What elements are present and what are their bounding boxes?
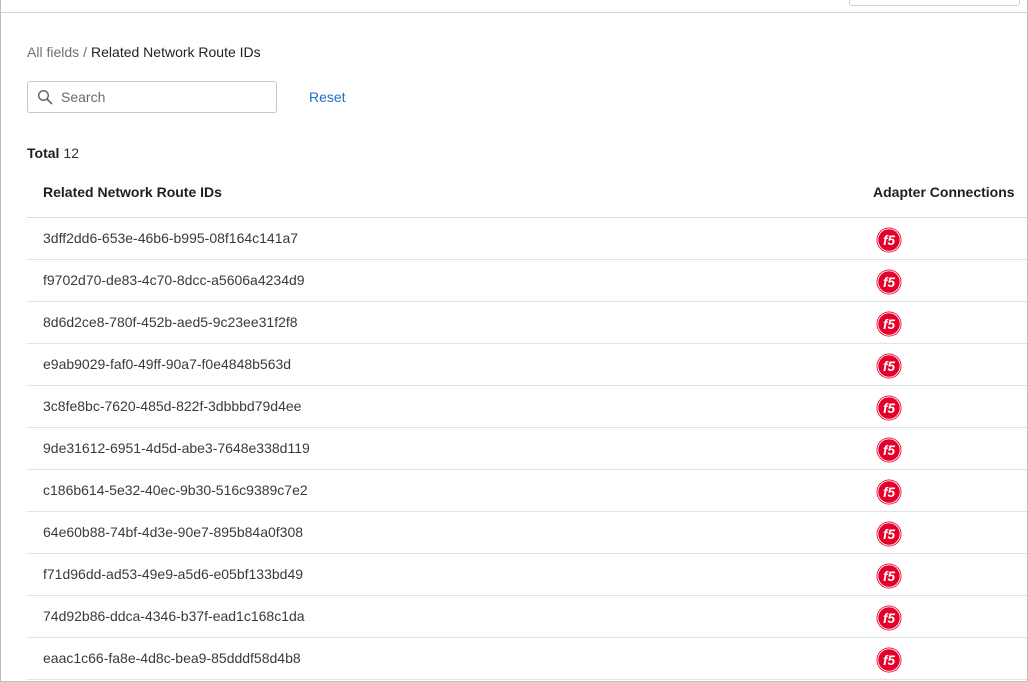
table-row[interactable]: 3c8fe8bc-7620-485d-822f-3dbbbd79d4ee f5 [27,386,1027,428]
svg-text:f5: f5 [883,611,895,626]
route-id-cell: 3dff2dd6-653e-46b6-b995-08f164c141a7 [43,230,299,246]
svg-text:f5: f5 [883,653,895,668]
svg-text:f5: f5 [883,275,895,290]
search-icon [37,89,53,105]
svg-text:f5: f5 [883,527,895,542]
adapter-connection-cell: f5 [876,563,902,589]
table-row[interactable]: c186b614-5e32-40ec-9b30-516c9389c7e2 f5 [27,470,1027,512]
svg-text:f5: f5 [883,485,895,500]
svg-text:f5: f5 [883,443,895,458]
f5-logo-icon: f5 [876,395,902,421]
svg-text:f5: f5 [883,569,895,584]
top-bar [1,0,1027,13]
f5-logo-icon: f5 [876,479,902,505]
f5-logo-icon: f5 [876,647,902,673]
route-id-cell: f71d96dd-ad53-49e9-a5d6-e05bf133bd49 [43,566,304,582]
f5-logo-icon: f5 [876,521,902,547]
route-id-cell: 64e60b88-74bf-4d3e-90e7-895b84a0f308 [43,524,304,540]
table-body: 3dff2dd6-653e-46b6-b995-08f164c141a7 f5 f9… [27,218,1027,680]
table-row[interactable]: 64e60b88-74bf-4d3e-90e7-895b84a0f308 f5 [27,512,1027,554]
f5-logo-icon: f5 [876,227,902,253]
adapter-connection-cell: f5 [876,353,902,379]
adapter-connection-cell: f5 [876,269,902,295]
total-count: Total 12 [27,144,79,162]
search-input[interactable] [61,89,261,105]
f5-logo-icon: f5 [876,605,902,631]
adapter-connection-cell: f5 [876,227,902,253]
breadcrumb: All fields / Related Network Route IDs [27,43,261,61]
search-box[interactable] [27,81,277,113]
adapter-connection-cell: f5 [876,479,902,505]
adapter-connection-cell: f5 [876,395,902,421]
table-header: Related Network Route IDs Adapter Connec… [27,172,1027,218]
route-id-cell: f9702d70-de83-4c70-8dcc-a5606a4234d9 [43,272,305,288]
svg-text:f5: f5 [883,401,895,416]
f5-logo-icon: f5 [876,563,902,589]
route-id-cell: eaac1c66-fa8e-4d8c-bea9-85dddf58d4b8 [43,650,301,666]
breadcrumb-current: Related Network Route IDs [91,44,261,60]
route-id-cell: e9ab9029-faf0-49ff-90a7-f0e4848b563d [43,356,292,372]
table-row[interactable]: f71d96dd-ad53-49e9-a5d6-e05bf133bd49 f5 [27,554,1027,596]
page-frame: All fields/Related Network Route IDs Res… [0,0,1028,682]
table-row[interactable]: e9ab9029-faf0-49ff-90a7-f0e4848b563d f5 [27,344,1027,386]
adapter-connection-cell: f5 [876,311,902,337]
adapter-connection-cell: f5 [876,605,902,631]
table-row[interactable]: eaac1c66-fa8e-4d8c-bea9-85dddf58d4b8 f5 [27,638,1027,680]
adapter-connection-cell: f5 [876,521,902,547]
f5-logo-icon: f5 [876,269,902,295]
total-label: Total [27,145,60,161]
table-row[interactable]: 3dff2dd6-653e-46b6-b995-08f164c141a7 f5 [27,218,1027,260]
f5-logo-icon: f5 [876,353,902,379]
svg-text:f5: f5 [883,233,895,248]
breadcrumb-separator: / [83,44,88,60]
adapter-connection-cell: f5 [876,437,902,463]
svg-text:f5: f5 [883,317,895,332]
column-header-adapter-connections[interactable]: Adapter Connections [873,184,1015,200]
table-row[interactable]: 9de31612-6951-4d5d-abe3-7648e338d119 f5 [27,428,1027,470]
route-id-cell: c186b614-5e32-40ec-9b30-516c9389c7e2 [43,482,308,498]
column-header-route-ids[interactable]: Related Network Route IDs [43,184,222,200]
table-row[interactable]: f9702d70-de83-4c70-8dcc-a5606a4234d9 f5 [27,260,1027,302]
route-id-cell: 74d92b86-ddca-4346-b37f-ead1c168c1da [43,608,305,624]
table-row[interactable]: 8d6d2ce8-780f-452b-aed5-9c23ee31f2f8 f5 [27,302,1027,344]
route-ids-table: Related Network Route IDs Adapter Connec… [27,172,1027,680]
breadcrumb-all-fields[interactable]: All fields [27,44,79,60]
f5-logo-icon: f5 [876,311,902,337]
top-bar-control[interactable] [849,0,1020,6]
svg-text:f5: f5 [883,359,895,374]
route-id-cell: 3c8fe8bc-7620-485d-822f-3dbbbd79d4ee [43,398,302,414]
route-id-cell: 8d6d2ce8-780f-452b-aed5-9c23ee31f2f8 [43,314,298,330]
total-value: 12 [63,145,79,161]
f5-logo-icon: f5 [876,437,902,463]
adapter-connection-cell: f5 [876,647,902,673]
reset-button[interactable]: Reset [309,88,346,106]
table-row[interactable]: 74d92b86-ddca-4346-b37f-ead1c168c1da f5 [27,596,1027,638]
route-id-cell: 9de31612-6951-4d5d-abe3-7648e338d119 [43,440,310,456]
